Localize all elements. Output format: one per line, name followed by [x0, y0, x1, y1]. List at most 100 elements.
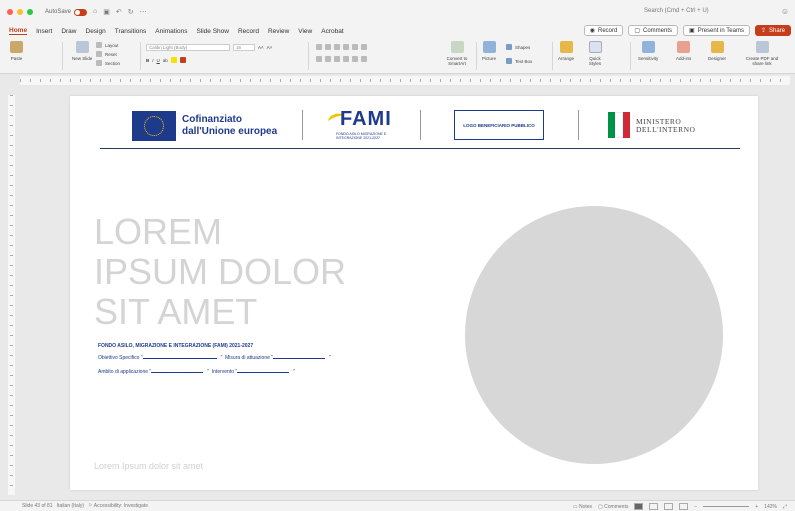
scope-blank[interactable] — [151, 372, 204, 373]
numbering-icon[interactable] — [325, 44, 331, 50]
fit-to-window-icon[interactable]: ⤢ — [783, 504, 787, 510]
slideshow-view-button[interactable] — [679, 503, 689, 510]
columns-icon[interactable] — [352, 56, 358, 62]
font-color-icon[interactable] — [179, 57, 186, 63]
comments-status-button[interactable]: ▢ Comments — [598, 504, 628, 510]
zoom-in-icon[interactable]: + — [755, 504, 758, 510]
measure-blank[interactable] — [273, 358, 326, 359]
notes-button[interactable]: ▭ Notes — [573, 504, 592, 510]
highlight-icon[interactable] — [170, 57, 177, 63]
align-center-icon[interactable] — [325, 56, 331, 62]
increase-indent-icon[interactable] — [343, 44, 349, 50]
justify-icon[interactable] — [343, 56, 349, 62]
accessibility-indicator[interactable]: Accessibility: Investigate — [94, 503, 148, 509]
text-box-icon — [506, 58, 512, 64]
shapes-label: Shapes — [515, 44, 531, 50]
font-name-select[interactable]: Calibri Light (Body) — [146, 44, 230, 51]
present-in-teams-button[interactable]: ▣ Present in Teams — [683, 25, 750, 36]
tab-slide-show[interactable]: Slide Show — [196, 28, 229, 35]
title-line1: LOREM — [94, 211, 223, 252]
sensitivity-button[interactable]: Sensitivity — [638, 41, 658, 61]
present-button-label: Present in Teams — [697, 27, 744, 34]
zoom-out-icon[interactable]: − — [694, 504, 697, 510]
share-button[interactable]: ⇪ Share — [754, 25, 791, 36]
more-icon[interactable]: ⋯ — [140, 8, 147, 16]
tab-design[interactable]: Design — [86, 28, 106, 35]
window-controls — [7, 9, 33, 15]
autosave-toggle[interactable] — [74, 8, 88, 16]
section-button[interactable]: Section — [96, 60, 120, 66]
tab-home[interactable]: Home — [9, 27, 28, 35]
fami-logo: FAMI FONDO ASILO MIGRAZIONE E INTEGRAZIO… — [326, 108, 398, 144]
italic-icon[interactable]: I — [152, 58, 153, 63]
home-icon[interactable]: ⌂ — [93, 8, 97, 16]
search-input[interactable]: Search (Cmd + Ctrl + U) — [644, 8, 709, 14]
clipboard-icon — [10, 41, 23, 53]
font-size-select[interactable]: 16 — [233, 44, 255, 51]
measure-label: Misura di attuazione " — [225, 355, 274, 361]
tab-draw[interactable]: Draw — [61, 28, 76, 35]
create-pdf-button[interactable]: Create PDF and share link — [742, 41, 782, 66]
reading-view-button[interactable] — [664, 503, 674, 510]
quick-styles-button[interactable]: Quick Styles — [584, 41, 606, 66]
tab-transitions[interactable]: Transitions — [115, 28, 147, 35]
comments-button[interactable]: ▢ Comments — [628, 25, 679, 36]
zoom-window-button[interactable] — [27, 9, 33, 15]
eu-text-line1: Cofinanziato — [182, 114, 242, 125]
text-direction-icon[interactable] — [361, 44, 367, 50]
align-text-icon[interactable] — [361, 56, 367, 62]
tab-insert[interactable]: Insert — [36, 28, 52, 35]
arrange-button[interactable]: Arrange — [558, 41, 574, 61]
section-icon — [96, 60, 102, 66]
paste-button[interactable]: Paste — [10, 41, 23, 61]
tab-animations[interactable]: Animations — [155, 28, 187, 35]
section-label: Section — [105, 60, 121, 66]
new-slide-button[interactable]: New Slide — [72, 41, 92, 61]
slide-sorter-view-button[interactable] — [649, 503, 659, 510]
save-icon[interactable]: ▣ — [103, 8, 110, 16]
intervention-blank[interactable] — [237, 372, 290, 373]
grow-font-icon[interactable]: A˄ — [258, 45, 264, 50]
convert-smartart-button[interactable]: Convert to SmartArt — [440, 41, 474, 66]
tab-acrobat[interactable]: Acrobat — [321, 28, 343, 35]
undo-icon[interactable]: ↶ — [116, 8, 122, 16]
language-indicator[interactable]: Italian (Italy) — [57, 503, 84, 509]
quick-access-toolbar: ⌂ ▣ ↶ ↻ ⋯ — [93, 8, 147, 16]
reset-button[interactable]: Reset — [96, 51, 120, 57]
shapes-button[interactable]: Shapes — [506, 44, 532, 50]
designer-button[interactable]: Designer — [708, 41, 726, 61]
bullets-icon[interactable] — [316, 44, 322, 50]
image-placeholder-circle[interactable] — [465, 206, 723, 464]
layout-button[interactable]: Layout — [96, 42, 120, 48]
bold-icon[interactable]: B — [146, 58, 149, 63]
shrink-font-icon[interactable]: A˅ — [267, 45, 273, 50]
reset-label: Reset — [105, 51, 117, 57]
slide-footer-text[interactable]: Lorem Ipsum dolor sit amet — [94, 461, 203, 471]
minimize-window-button[interactable] — [17, 9, 23, 15]
zoom-slider[interactable] — [703, 506, 750, 507]
picture-button[interactable]: Picture — [482, 41, 496, 61]
line-spacing-icon[interactable] — [352, 44, 358, 50]
normal-view-button[interactable] — [634, 503, 644, 510]
redo-icon[interactable]: ↻ — [128, 8, 134, 16]
account-icon[interactable]: ☺ — [781, 7, 789, 16]
objective-blank[interactable] — [142, 358, 217, 359]
notes-icon: ▭ — [572, 503, 578, 510]
intervention-end: " — [293, 369, 295, 375]
tab-view[interactable]: View — [298, 28, 312, 35]
underline-icon[interactable]: U — [157, 58, 160, 63]
strikethrough-icon[interactable]: ab — [163, 58, 168, 63]
record-button[interactable]: ◉ Record — [583, 25, 624, 36]
slide-canvas[interactable]: Cofinanziato dall'Unione europea FAMI FO… — [70, 96, 758, 490]
zoom-level[interactable]: 142% — [764, 504, 777, 510]
close-window-button[interactable] — [7, 9, 13, 15]
tab-review[interactable]: Review — [268, 28, 289, 35]
text-box-button[interactable]: Text Box — [506, 58, 532, 64]
tab-record[interactable]: Record — [238, 28, 259, 35]
addins-button[interactable]: Add-ins — [676, 41, 691, 61]
align-right-icon[interactable] — [334, 56, 340, 62]
slide-title[interactable]: LOREM IPSUM DOLOR SIT AMET — [94, 212, 346, 332]
decrease-indent-icon[interactable] — [334, 44, 340, 50]
autosave-control[interactable]: AutoSave — [45, 8, 88, 16]
align-left-icon[interactable] — [316, 56, 322, 62]
